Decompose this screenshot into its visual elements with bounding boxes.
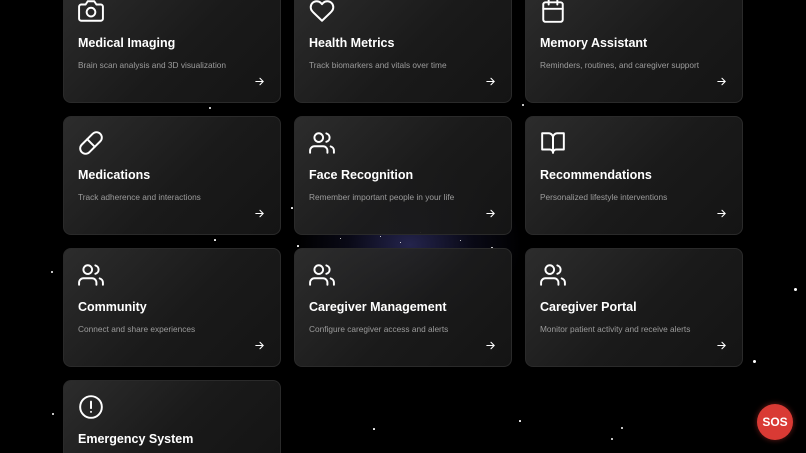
card-title: Health Metrics (309, 36, 395, 50)
arrow-right-icon[interactable] (254, 340, 265, 351)
arrow-right-icon[interactable] (716, 340, 727, 351)
camera-icon (78, 0, 104, 24)
heart-icon (309, 0, 335, 24)
star (621, 427, 623, 429)
card-description: Reminders, routines, and caregiver suppo… (540, 60, 700, 70)
arrow-right-icon[interactable] (716, 208, 727, 219)
card-description: Configure caregiver access and alerts (309, 324, 449, 334)
star (291, 207, 293, 209)
arrow-right-icon[interactable] (716, 76, 727, 87)
arrow-right-icon[interactable] (254, 208, 265, 219)
card-emergency-system[interactable]: Emergency System (63, 380, 281, 453)
card-title: Emergency System (78, 432, 194, 446)
calendar-icon (540, 0, 566, 24)
card-caregiver-portal[interactable]: Caregiver Portal Monitor patient activit… (525, 248, 743, 367)
card-description: Monitor patient activity and receive ale… (540, 324, 691, 334)
card-title: Caregiver Portal (540, 300, 637, 314)
card-recommendations[interactable]: Recommendations Personalized lifestyle i… (525, 116, 743, 235)
card-title: Memory Assistant (540, 36, 648, 50)
star (209, 107, 211, 109)
card-title: Medications (78, 168, 151, 182)
card-memory-assistant[interactable]: Memory Assistant Reminders, routines, an… (525, 0, 743, 103)
card-community[interactable]: Community Connect and share experiences (63, 248, 281, 367)
card-description: Track adherence and interactions (78, 192, 201, 202)
card-medical-imaging[interactable]: Medical Imaging Brain scan analysis and … (63, 0, 281, 103)
card-description: Brain scan analysis and 3D visualization (78, 60, 227, 70)
star (400, 242, 401, 243)
card-description: Track biomarkers and vitals over time (309, 60, 447, 70)
card-caregiver-management[interactable]: Caregiver Management Configure caregiver… (294, 248, 512, 367)
card-title: Face Recognition (309, 168, 414, 182)
star (214, 239, 216, 241)
card-description: Personalized lifestyle interventions (540, 192, 668, 202)
card-health-metrics[interactable]: Health Metrics Track biomarkers and vita… (294, 0, 512, 103)
users-icon (309, 130, 335, 156)
card-description: Remember important people in your life (309, 192, 455, 202)
star (794, 288, 797, 291)
card-face-recognition[interactable]: Face Recognition Remember important peop… (294, 116, 512, 235)
pill-icon (78, 130, 104, 156)
star (753, 360, 756, 363)
star (380, 236, 381, 237)
arrow-right-icon[interactable] (485, 76, 496, 87)
card-title: Caregiver Management (309, 300, 447, 314)
users-icon (309, 262, 335, 288)
star (51, 271, 53, 273)
arrow-right-icon[interactable] (485, 208, 496, 219)
book-open-icon (540, 130, 566, 156)
card-description: Connect and share experiences (78, 324, 196, 334)
star (460, 240, 461, 241)
users-icon (78, 262, 104, 288)
star (52, 413, 54, 415)
alert-circle-icon (78, 394, 104, 420)
star (373, 428, 375, 430)
star (522, 104, 524, 106)
arrow-right-icon[interactable] (485, 340, 496, 351)
card-medications[interactable]: Medications Track adherence and interact… (63, 116, 281, 235)
star (519, 420, 521, 422)
star (340, 238, 341, 239)
card-title: Recommendations (540, 168, 652, 182)
star (611, 438, 613, 440)
card-title: Medical Imaging (78, 36, 176, 50)
users-icon (540, 262, 566, 288)
sos-button[interactable]: SOS (757, 404, 793, 440)
star (297, 245, 299, 247)
card-title: Community (78, 300, 147, 314)
arrow-right-icon[interactable] (254, 76, 265, 87)
